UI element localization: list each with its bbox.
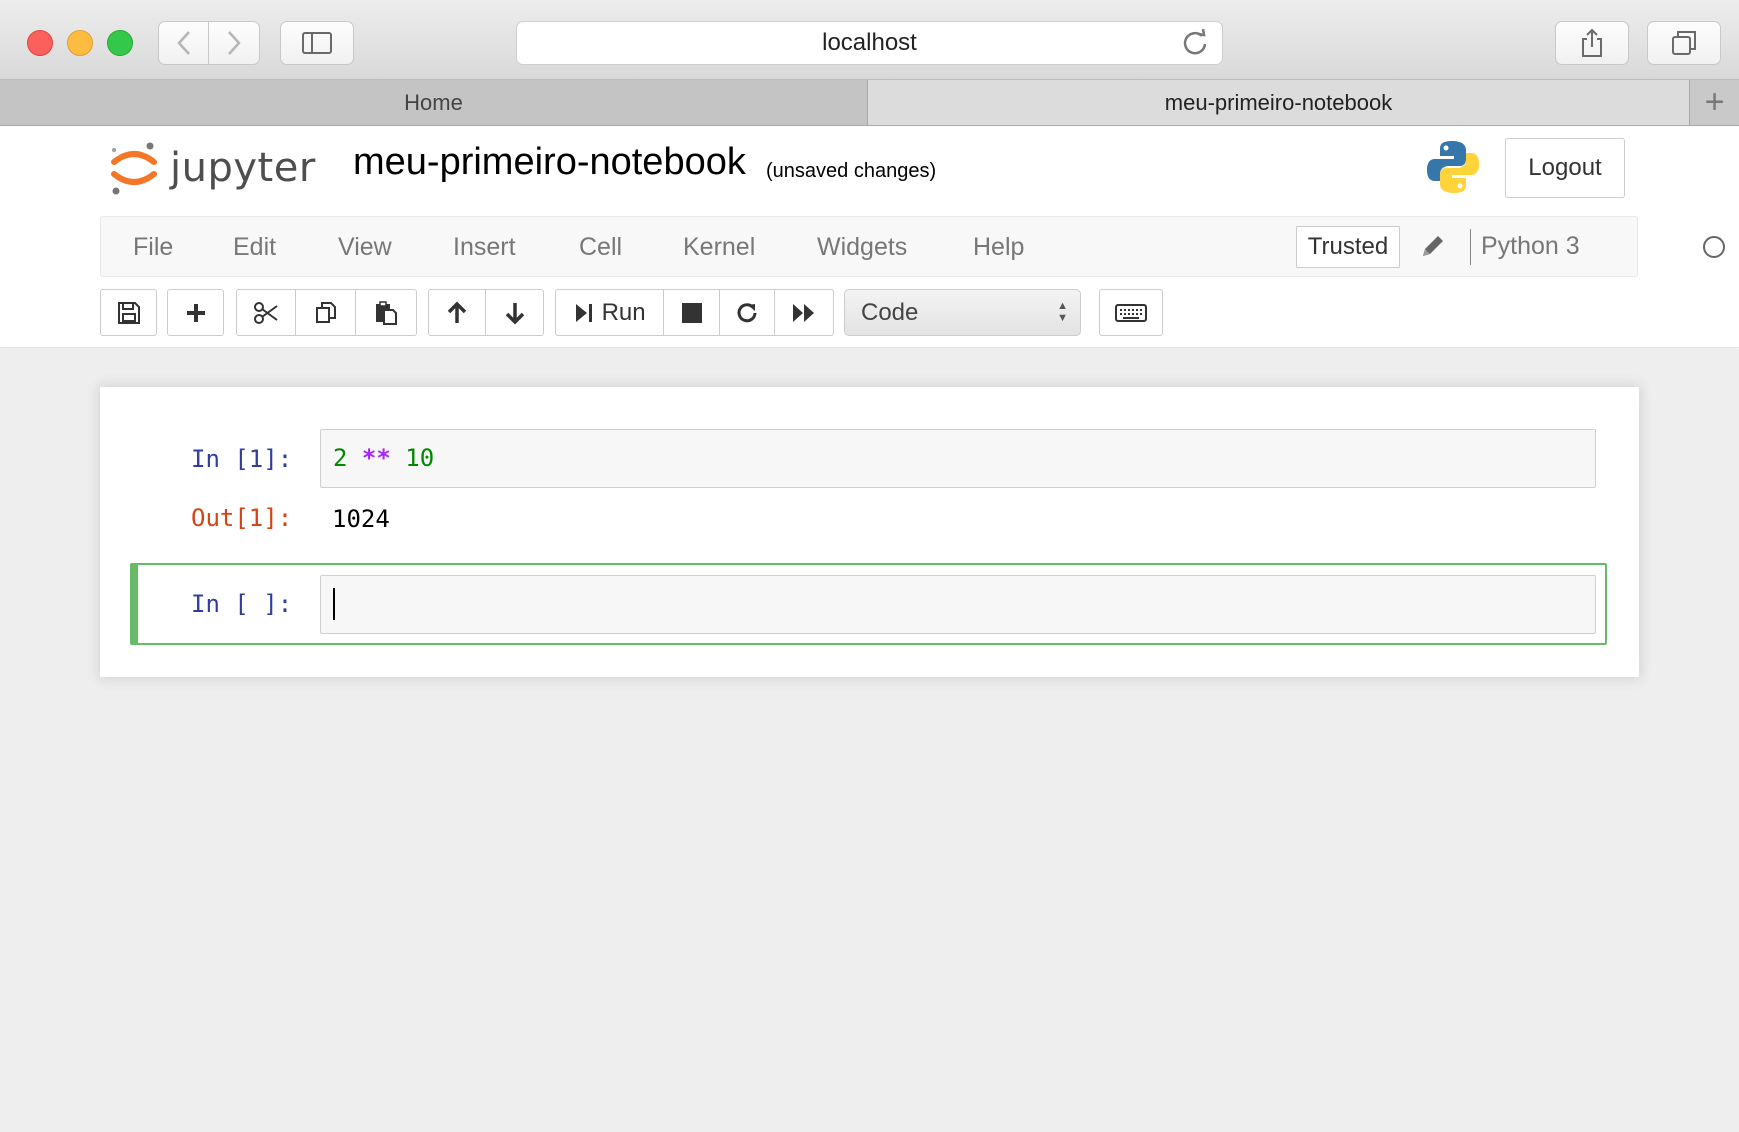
menu-insert[interactable]: Insert — [453, 233, 516, 262]
jupyter-header: jupyter meu-primeiro-notebook (unsaved c… — [0, 127, 1739, 348]
run-button[interactable]: Run — [556, 290, 665, 335]
python-logo-icon — [1427, 141, 1479, 193]
forward-button[interactable] — [209, 22, 259, 64]
fast-forward-icon — [793, 303, 815, 322]
browser-tab-bar: Home meu-primeiro-notebook + — [0, 80, 1739, 126]
plus-icon — [186, 303, 205, 322]
sidebar-toggle-button[interactable] — [280, 21, 354, 65]
code-token: ** — [361, 444, 391, 472]
browser-tab-home[interactable]: Home — [0, 80, 868, 125]
in-prompt: In [ ]: — [191, 590, 293, 618]
toolbar-group-clipboard — [236, 289, 417, 336]
paste-button[interactable] — [356, 290, 416, 335]
toolbar-group-run: Run — [555, 289, 834, 336]
command-palette-button[interactable] — [1100, 290, 1162, 335]
cut-button[interactable] — [237, 290, 297, 335]
step-forward-icon — [575, 303, 592, 322]
cell-type-select[interactable]: Code ▲ ▼ — [844, 289, 1081, 336]
kernel-separator — [1470, 229, 1471, 265]
reload-icon[interactable] — [1180, 28, 1210, 58]
floppy-disk-icon — [117, 301, 140, 324]
trusted-indicator[interactable]: Trusted — [1296, 226, 1400, 268]
zoom-window-button[interactable] — [107, 30, 133, 56]
toolbar-group-insert — [167, 289, 224, 336]
restart-run-all-button[interactable] — [775, 290, 833, 335]
pencil-icon[interactable] — [1419, 232, 1447, 260]
run-label: Run — [601, 298, 646, 326]
save-button[interactable] — [101, 290, 156, 335]
scissors-icon — [254, 301, 278, 324]
url-text: localhost — [822, 29, 917, 56]
out-prompt: Out[1]: — [191, 504, 293, 532]
interrupt-kernel-button[interactable] — [664, 290, 720, 335]
arrow-up-icon — [447, 301, 467, 323]
in-prompt: In [1]: — [191, 445, 293, 473]
copy-button[interactable] — [296, 290, 356, 335]
new-tab-button[interactable]: + — [1689, 80, 1739, 125]
move-up-button[interactable] — [429, 290, 487, 335]
menu-widgets[interactable]: Widgets — [817, 233, 907, 262]
notebook-toolbar: Run Code ▲ ▼ — [100, 289, 1240, 336]
kernel-idle-indicator-icon — [1703, 236, 1725, 258]
minimize-window-button[interactable] — [67, 30, 93, 56]
tab-label: meu-primeiro-notebook — [1164, 89, 1393, 115]
code-input-area[interactable]: 2 ** 10 — [320, 429, 1596, 488]
menu-file[interactable]: File — [133, 233, 173, 262]
share-icon — [1582, 28, 1602, 57]
chevron-right-icon — [228, 31, 241, 55]
tab-label: Home — [404, 89, 463, 115]
sidebar-icon — [302, 32, 332, 54]
text-cursor — [333, 588, 335, 620]
address-bar[interactable]: localhost — [516, 21, 1223, 65]
move-down-button[interactable] — [486, 290, 543, 335]
toolbar-group-save — [100, 289, 157, 336]
close-window-button[interactable] — [27, 30, 53, 56]
notebook-title[interactable]: meu-primeiro-notebook — [353, 141, 746, 184]
share-button[interactable] — [1555, 21, 1629, 65]
logo-text: jupyter — [170, 145, 316, 191]
arrow-down-icon — [505, 302, 524, 324]
plus-icon: + — [1704, 83, 1725, 121]
menu-edit[interactable]: Edit — [233, 233, 276, 262]
toolbar-group-shortcuts — [1099, 289, 1163, 336]
keyboard-icon — [1115, 303, 1147, 322]
menu-help[interactable]: Help — [973, 233, 1024, 262]
menu-cell[interactable]: Cell — [579, 233, 622, 262]
menu-view[interactable]: View — [338, 233, 392, 262]
browser-tab-notebook[interactable]: meu-primeiro-notebook — [868, 80, 1689, 125]
browser-titlebar: localhost — [0, 0, 1739, 80]
kernel-name[interactable]: Python 3 — [1481, 232, 1580, 261]
insert-cell-button[interactable] — [168, 290, 223, 335]
back-button[interactable] — [159, 22, 209, 64]
jupyter-logo[interactable]: jupyter — [108, 137, 328, 199]
save-status: (unsaved changes) — [766, 160, 937, 182]
code-token: 10 — [405, 444, 435, 472]
paste-icon — [375, 300, 397, 325]
toolbar-group-move — [428, 289, 544, 336]
code-token: 2 — [333, 444, 348, 472]
cell-output: 1024 — [332, 505, 390, 533]
notebook-container: In [1]: 2 ** 10 Out[1]: 1024 In [ ]: — [100, 387, 1639, 677]
copy-icon — [315, 301, 336, 323]
jupyter-logo-icon — [111, 142, 157, 195]
restart-icon — [737, 302, 757, 322]
notebook-menubar: File Edit View Insert Cell Kernel Widget… — [100, 216, 1725, 277]
stop-icon — [681, 302, 702, 323]
show-tabs-button[interactable] — [1647, 21, 1721, 65]
chevron-left-icon — [176, 31, 190, 55]
select-arrows-icon: ▲ ▼ — [1057, 300, 1068, 324]
cell-type-value: Code — [861, 298, 919, 326]
history-nav-group — [158, 21, 260, 65]
logout-button[interactable]: Logout — [1505, 138, 1625, 198]
tabs-overview-icon — [1672, 31, 1696, 55]
menu-kernel[interactable]: Kernel — [683, 233, 755, 262]
code-input-area-active[interactable] — [320, 575, 1596, 634]
restart-kernel-button[interactable] — [720, 290, 776, 335]
